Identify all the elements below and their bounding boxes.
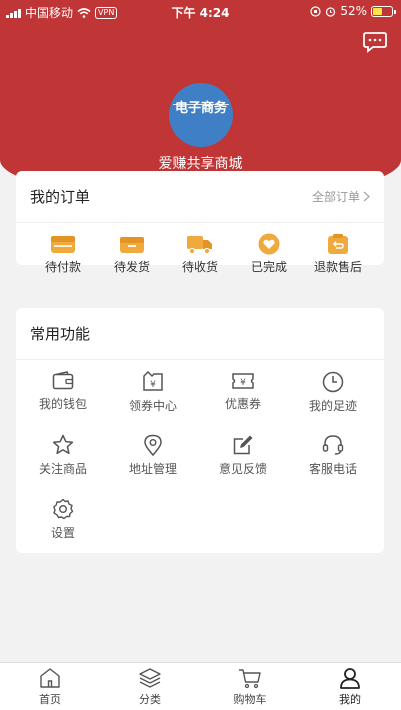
home-icon (40, 668, 60, 688)
order-label: 待收货 (181, 260, 218, 274)
battery-percent: 52% (340, 4, 367, 18)
func-label: 领券中心 (128, 399, 177, 413)
order-label: 退款售后 (313, 260, 362, 274)
func-feedback[interactable]: 意见反馈 (203, 434, 283, 477)
func-label: 优惠券 (224, 397, 261, 411)
func-my-footprint[interactable]: 我的足迹 (293, 371, 373, 414)
order-pending-receipt[interactable]: 待收货 (166, 233, 234, 275)
func-label: 意见反馈 (218, 462, 267, 476)
alarm-icon (326, 6, 336, 17)
func-my-wallet[interactable]: 我的钱包 (23, 371, 103, 412)
tab-category[interactable]: 分类 (120, 667, 180, 707)
wallet-outline-icon (52, 371, 74, 390)
orientation-lock-icon (310, 5, 321, 17)
func-coupon-center[interactable]: ¥ 领券中心 (113, 371, 193, 414)
orders-title: 我的订单 (30, 188, 91, 206)
tab-label: 购物车 (233, 693, 267, 706)
svg-text:¥: ¥ (150, 380, 156, 390)
wallet-icon (51, 236, 75, 253)
battery-icon (371, 5, 396, 17)
star-icon (52, 434, 74, 455)
all-orders-link[interactable]: 全部订单 (312, 188, 370, 205)
func-label: 我的足迹 (308, 399, 357, 413)
cart-icon (239, 669, 261, 689)
all-orders-label: 全部订单 (311, 190, 360, 204)
tab-mine[interactable]: 我的 (320, 667, 380, 707)
avatar[interactable]: 电子商务 (169, 83, 233, 147)
headset-icon (322, 435, 344, 455)
func-label: 关注商品 (38, 462, 87, 476)
gear-icon (53, 498, 74, 520)
func-label: 客服电话 (308, 462, 357, 476)
message-icon[interactable] (363, 31, 387, 53)
edit-icon (233, 435, 253, 455)
user-icon (340, 668, 360, 689)
tab-bar: 首页 分类 购物车 我的 (0, 662, 401, 710)
func-label: 地址管理 (128, 462, 177, 476)
status-bar: 中国移动 VPN 下午 4:24 52% (0, 0, 401, 22)
func-customer-service[interactable]: 客服电话 (293, 434, 373, 477)
order-label: 待发货 (113, 260, 150, 274)
layers-icon (139, 668, 161, 688)
order-label: 已完成 (250, 260, 287, 274)
func-settings[interactable]: 设置 (23, 498, 103, 541)
functions-card-header: 常用功能 (16, 308, 384, 360)
order-label: 待付款 (44, 260, 81, 274)
order-pending-shipment[interactable]: 待发货 (98, 233, 166, 275)
tab-cart[interactable]: 购物车 (220, 667, 280, 707)
tab-home[interactable]: 首页 (20, 667, 80, 707)
box-icon (120, 237, 144, 253)
orders-card-header: 我的订单 全部订单 (16, 171, 384, 223)
truck-icon (187, 236, 212, 255)
tab-label: 首页 (39, 693, 61, 706)
order-completed[interactable]: 已完成 (235, 233, 303, 275)
func-label: 我的钱包 (38, 397, 87, 411)
avatar-logo-text: 电子商务 (174, 101, 227, 116)
orders-card: 我的订单 全部订单 待付款 待发货 待收货 已完成 退款售后 (16, 171, 384, 274)
chevron-right-icon (363, 191, 370, 202)
func-label: 设置 (50, 526, 75, 540)
order-pending-payment[interactable]: 待付款 (29, 233, 97, 275)
ticket-icon: ¥ (232, 373, 254, 389)
clock-icon (322, 371, 344, 393)
order-refund[interactable]: 退款售后 (304, 233, 372, 275)
tab-label: 分类 (139, 693, 161, 706)
svg-text:¥: ¥ (240, 378, 246, 388)
location-icon (144, 434, 162, 456)
refund-icon (328, 234, 348, 254)
func-followed-products[interactable]: 关注商品 (23, 434, 103, 477)
functions-title: 常用功能 (30, 325, 91, 343)
func-coupons[interactable]: ¥ 优惠券 (203, 371, 283, 412)
tab-label: 我的 (339, 693, 361, 706)
shop-name: 爱赚共享商城 (158, 156, 243, 172)
coupon-center-icon: ¥ (143, 371, 163, 391)
heart-icon (258, 233, 280, 255)
func-address-management[interactable]: 地址管理 (113, 434, 193, 477)
functions-card: 常用功能 我的钱包 ¥ 领券中心 ¥ 优惠券 我的足迹 关注商品 地址管理 意见… (16, 308, 384, 553)
